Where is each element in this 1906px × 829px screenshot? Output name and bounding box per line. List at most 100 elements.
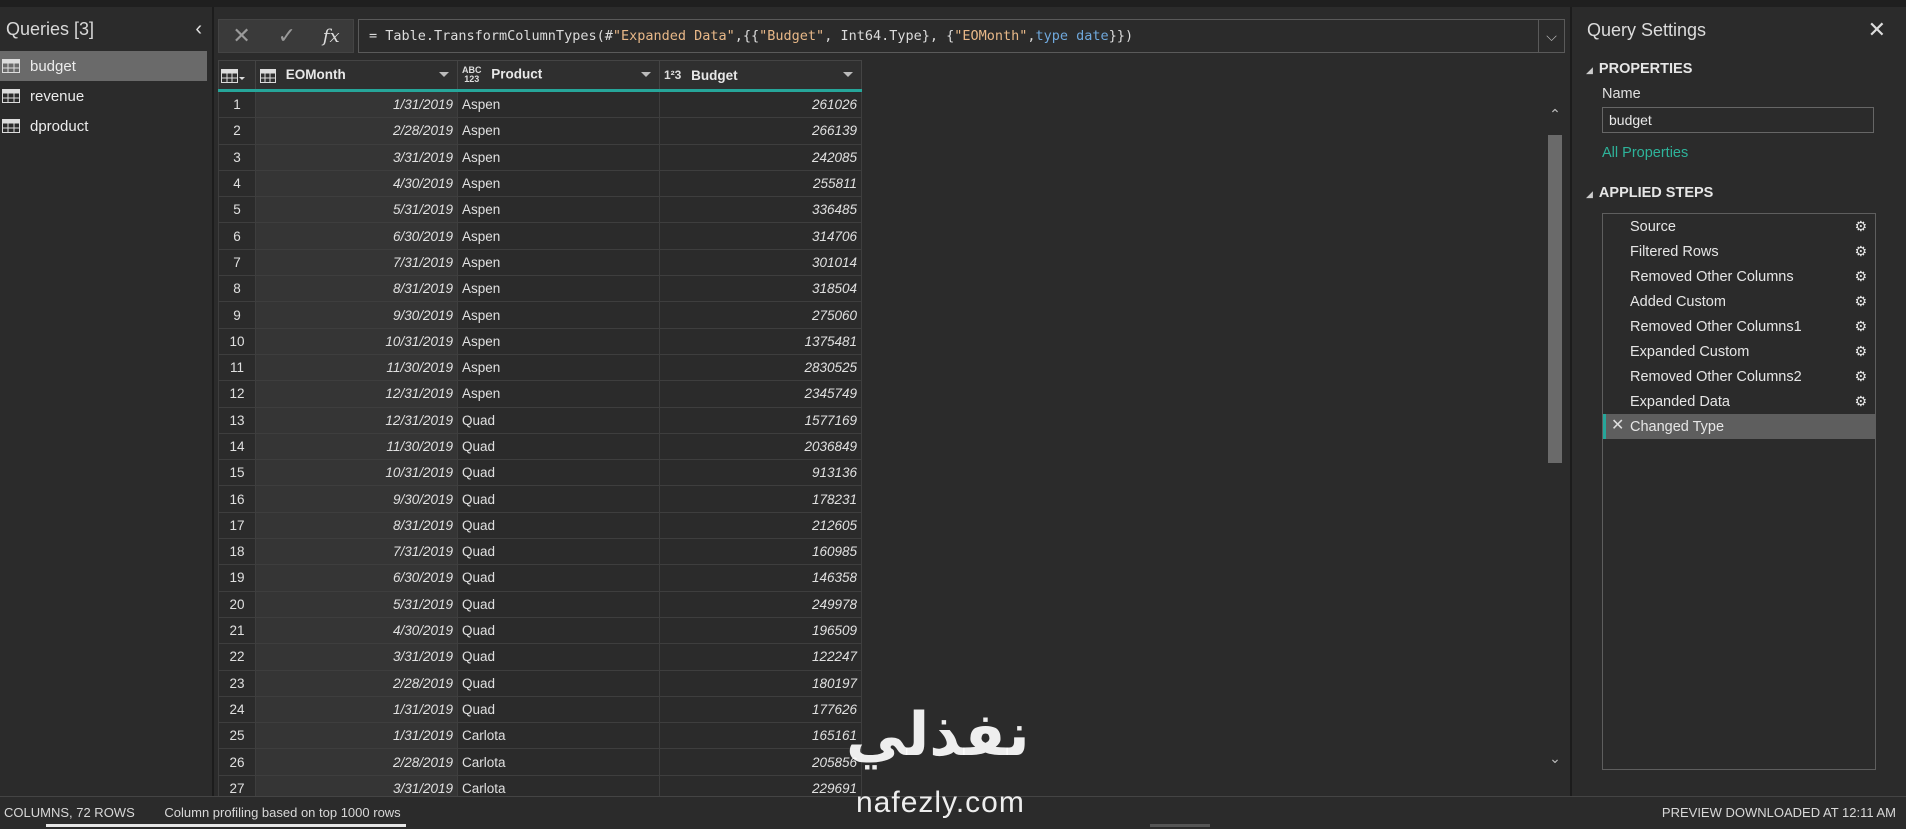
- table-row[interactable]: 11 11/30/2019 Aspen 2830525: [218, 353, 862, 382]
- budget-cell[interactable]: 1577169: [659, 406, 862, 434]
- budget-cell[interactable]: 229691: [659, 774, 862, 796]
- query-item-1[interactable]: revenue: [0, 81, 212, 111]
- budget-cell[interactable]: 2830525: [659, 353, 862, 382]
- fx-icon[interactable]: fx: [323, 26, 340, 47]
- eomonth-cell[interactable]: 3/31/2019: [255, 774, 458, 796]
- product-cell[interactable]: Aspen: [457, 117, 660, 145]
- row-number[interactable]: 24: [218, 695, 256, 724]
- row-number[interactable]: 4: [218, 169, 256, 198]
- budget-cell[interactable]: 249978: [659, 590, 862, 618]
- step-settings-gear-icon[interactable]: ⚙: [1854, 218, 1867, 235]
- budget-cell[interactable]: 205856: [659, 748, 862, 776]
- product-cell[interactable]: Quad: [457, 695, 660, 724]
- budget-cell[interactable]: 913136: [659, 459, 862, 487]
- eomonth-cell[interactable]: 2/28/2019: [255, 669, 458, 697]
- budget-cell[interactable]: 1375481: [659, 327, 862, 355]
- applied-step-0[interactable]: Source ⚙: [1603, 214, 1875, 239]
- product-cell[interactable]: Quad: [457, 590, 660, 618]
- eomonth-cell[interactable]: 5/31/2019: [255, 196, 458, 224]
- table-row[interactable]: 3 3/31/2019 Aspen 242085: [218, 143, 862, 171]
- product-cell[interactable]: Aspen: [457, 248, 660, 277]
- applied-step-1[interactable]: Filtered Rows ⚙: [1603, 239, 1875, 264]
- collapse-chevron-icon[interactable]: ‹: [191, 18, 206, 41]
- table-row[interactable]: 1 1/31/2019 Aspen 261026: [218, 89, 862, 119]
- applied-step-5[interactable]: Expanded Custom ⚙: [1603, 339, 1875, 364]
- budget-cell[interactable]: 2036849: [659, 432, 862, 461]
- eomonth-cell[interactable]: 1/31/2019: [255, 89, 458, 119]
- row-number[interactable]: 16: [218, 485, 256, 513]
- table-row[interactable]: 26 2/28/2019 Carlota 205856: [218, 748, 862, 776]
- row-number[interactable]: 13: [218, 406, 256, 434]
- row-number[interactable]: 22: [218, 643, 256, 671]
- table-row[interactable]: 2 2/28/2019 Aspen 266139: [218, 117, 862, 145]
- column-filter-dropdown-icon[interactable]: [641, 72, 651, 77]
- eomonth-cell[interactable]: 7/31/2019: [255, 538, 458, 566]
- row-number[interactable]: 20: [218, 590, 256, 618]
- product-cell[interactable]: Carlota: [457, 748, 660, 776]
- table-row[interactable]: 22 3/31/2019 Quad 122247: [218, 643, 862, 671]
- row-number[interactable]: 14: [218, 432, 256, 461]
- eomonth-cell[interactable]: 9/30/2019: [255, 485, 458, 513]
- eomonth-cell[interactable]: 10/31/2019: [255, 327, 458, 355]
- query-item-0[interactable]: budget: [0, 51, 207, 81]
- table-row[interactable]: 14 11/30/2019 Quad 2036849: [218, 432, 862, 461]
- table-row[interactable]: 17 8/31/2019 Quad 212605: [218, 511, 862, 540]
- table-row[interactable]: 21 4/30/2019 Quad 196509: [218, 616, 862, 645]
- table-row[interactable]: 16 9/30/2019 Quad 178231: [218, 485, 862, 513]
- step-settings-gear-icon[interactable]: ⚙: [1854, 268, 1867, 285]
- applied-steps-section-header[interactable]: ◢ APPLIED STEPS: [1586, 185, 1713, 201]
- product-cell[interactable]: Quad: [457, 669, 660, 697]
- vertical-scrollbar[interactable]: ⌃ ⌄: [1546, 92, 1564, 780]
- budget-cell[interactable]: 266139: [659, 117, 862, 145]
- product-cell[interactable]: Quad: [457, 643, 660, 671]
- product-cell[interactable]: Quad: [457, 616, 660, 645]
- budget-cell[interactable]: 318504: [659, 275, 862, 303]
- eomonth-cell[interactable]: 3/31/2019: [255, 143, 458, 171]
- table-row[interactable]: 27 3/31/2019 Carlota 229691: [218, 774, 862, 796]
- table-row[interactable]: 25 1/31/2019 Carlota 165161: [218, 722, 862, 750]
- column-filter-dropdown-icon[interactable]: [843, 72, 853, 77]
- budget-cell[interactable]: 177626: [659, 695, 862, 724]
- row-number[interactable]: 26: [218, 748, 256, 776]
- budget-cell[interactable]: 165161: [659, 722, 862, 750]
- product-cell[interactable]: Aspen: [457, 169, 660, 198]
- column-header-eomonth[interactable]: EOMonth: [255, 60, 458, 92]
- step-settings-gear-icon[interactable]: ⚙: [1854, 318, 1867, 335]
- eomonth-cell[interactable]: 1/31/2019: [255, 695, 458, 724]
- product-cell[interactable]: Aspen: [457, 89, 660, 119]
- table-row[interactable]: 20 5/31/2019 Quad 249978: [218, 590, 862, 618]
- horizontal-scrollbar-thumb[interactable]: [46, 824, 406, 827]
- budget-cell[interactable]: 314706: [659, 222, 862, 250]
- row-number[interactable]: 6: [218, 222, 256, 250]
- row-number[interactable]: 19: [218, 564, 256, 592]
- row-number[interactable]: 21: [218, 616, 256, 645]
- row-number[interactable]: 7: [218, 248, 256, 277]
- row-number[interactable]: 8: [218, 275, 256, 303]
- eomonth-cell[interactable]: 12/31/2019: [255, 380, 458, 408]
- eomonth-cell[interactable]: 9/30/2019: [255, 301, 458, 329]
- eomonth-cell[interactable]: 12/31/2019: [255, 406, 458, 434]
- product-cell[interactable]: Quad: [457, 432, 660, 461]
- step-settings-gear-icon[interactable]: ⚙: [1854, 343, 1867, 360]
- query-item-2[interactable]: dproduct: [0, 111, 212, 141]
- profiling-status[interactable]: Column profiling based on top 1000 rows: [164, 805, 400, 820]
- table-row[interactable]: 10 10/31/2019 Aspen 1375481: [218, 327, 862, 355]
- table-row[interactable]: 5 5/31/2019 Aspen 336485: [218, 196, 862, 224]
- product-cell[interactable]: Aspen: [457, 301, 660, 329]
- applied-step-7[interactable]: Expanded Data ⚙: [1603, 389, 1875, 414]
- product-cell[interactable]: Quad: [457, 511, 660, 540]
- step-settings-gear-icon[interactable]: ⚙: [1854, 393, 1867, 410]
- row-number[interactable]: 17: [218, 511, 256, 540]
- cancel-x-icon[interactable]: ✕: [232, 23, 250, 49]
- table-row[interactable]: 23 2/28/2019 Quad 180197: [218, 669, 862, 697]
- product-cell[interactable]: Quad: [457, 485, 660, 513]
- table-row[interactable]: 7 7/31/2019 Aspen 301014: [218, 248, 862, 277]
- row-number[interactable]: 10: [218, 327, 256, 355]
- budget-cell[interactable]: 180197: [659, 669, 862, 697]
- product-cell[interactable]: Aspen: [457, 353, 660, 382]
- table-row[interactable]: 18 7/31/2019 Quad 160985: [218, 538, 862, 566]
- budget-cell[interactable]: 178231: [659, 485, 862, 513]
- eomonth-cell[interactable]: 7/31/2019: [255, 248, 458, 277]
- eomonth-cell[interactable]: 10/31/2019: [255, 459, 458, 487]
- eomonth-cell[interactable]: 6/30/2019: [255, 564, 458, 592]
